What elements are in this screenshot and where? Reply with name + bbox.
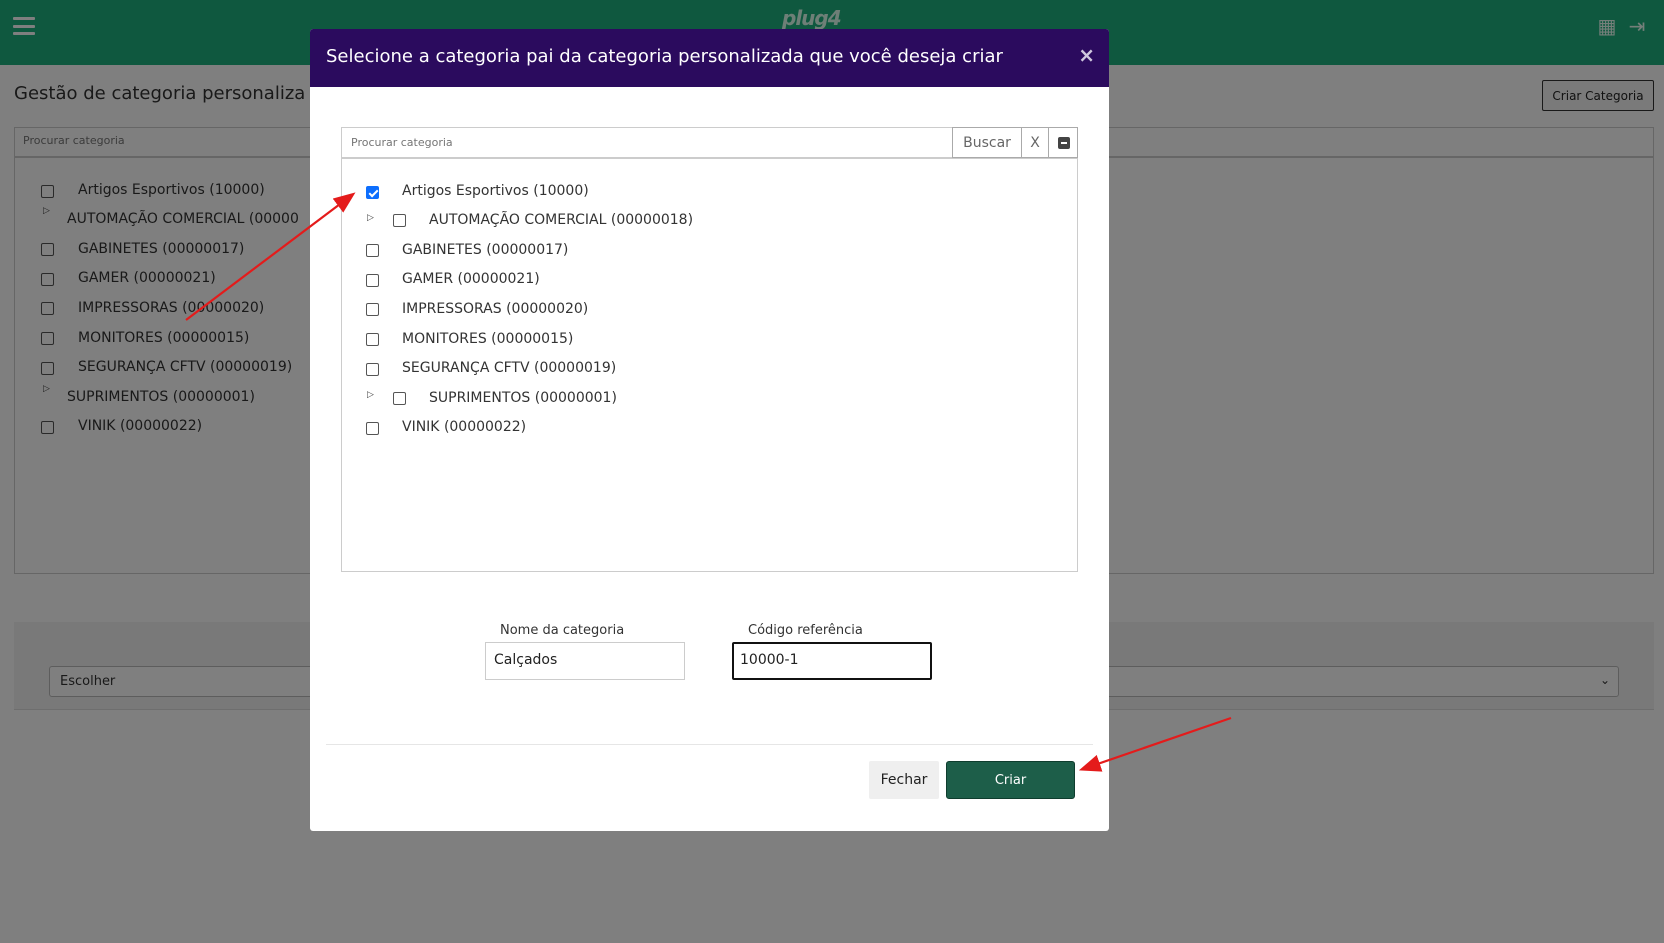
tree-checkbox[interactable]: [366, 303, 379, 316]
category-name-label: Nome da categoria: [500, 623, 625, 638]
tree-item-label[interactable]: GAMER (00000021): [402, 271, 540, 287]
tree-item-label[interactable]: Artigos Esportivos (10000): [402, 183, 589, 199]
modal-header: Selecione a categoria pai da categoria p…: [310, 29, 1109, 87]
create-category-modal: Selecione a categoria pai da categoria p…: [310, 29, 1109, 831]
reference-code-label: Código referência: [748, 623, 863, 638]
tree-item-label[interactable]: VINIK (00000022): [402, 419, 526, 435]
collapse-all-button[interactable]: [1048, 127, 1078, 158]
tree-item-label[interactable]: SUPRIMENTOS (00000001): [429, 390, 617, 406]
tree-checkbox[interactable]: [366, 274, 379, 287]
modal-search-input[interactable]: [341, 127, 952, 158]
tree-item-label[interactable]: AUTOMAÇÃO COMERCIAL (00000018): [429, 212, 693, 228]
tree-checkbox-checked[interactable]: [366, 186, 379, 199]
parent-category-tree: Artigos Esportivos (10000) ▷ AUTOMAÇÃO C…: [341, 158, 1078, 572]
tree-checkbox[interactable]: [366, 422, 379, 435]
tree-item-label[interactable]: SEGURANÇA CFTV (00000019): [402, 360, 616, 376]
tree-checkbox[interactable]: [366, 244, 379, 257]
collapse-icon: [1058, 137, 1070, 149]
modal-footer-divider: [326, 744, 1093, 745]
create-button[interactable]: Criar: [946, 761, 1075, 799]
category-name-input[interactable]: Calçados: [485, 642, 685, 680]
reference-code-input[interactable]: 10000-1: [732, 642, 932, 680]
tree-checkbox[interactable]: [393, 214, 406, 227]
tree-item-label[interactable]: IMPRESSORAS (00000020): [402, 301, 588, 317]
caret-right-icon[interactable]: ▷: [367, 390, 374, 400]
tree-item-label[interactable]: GABINETES (00000017): [402, 242, 568, 258]
close-icon[interactable]: ×: [1078, 43, 1095, 67]
clear-search-button[interactable]: X: [1021, 127, 1049, 158]
search-button[interactable]: Buscar: [952, 127, 1022, 158]
caret-right-icon[interactable]: ▷: [367, 213, 374, 223]
tree-item-label[interactable]: MONITORES (00000015): [402, 331, 573, 347]
close-button[interactable]: Fechar: [869, 761, 939, 799]
tree-checkbox[interactable]: [366, 363, 379, 376]
tree-checkbox[interactable]: [393, 392, 406, 405]
modal-title: Selecione a categoria pai da categoria p…: [326, 46, 1003, 67]
tree-checkbox[interactable]: [366, 333, 379, 346]
